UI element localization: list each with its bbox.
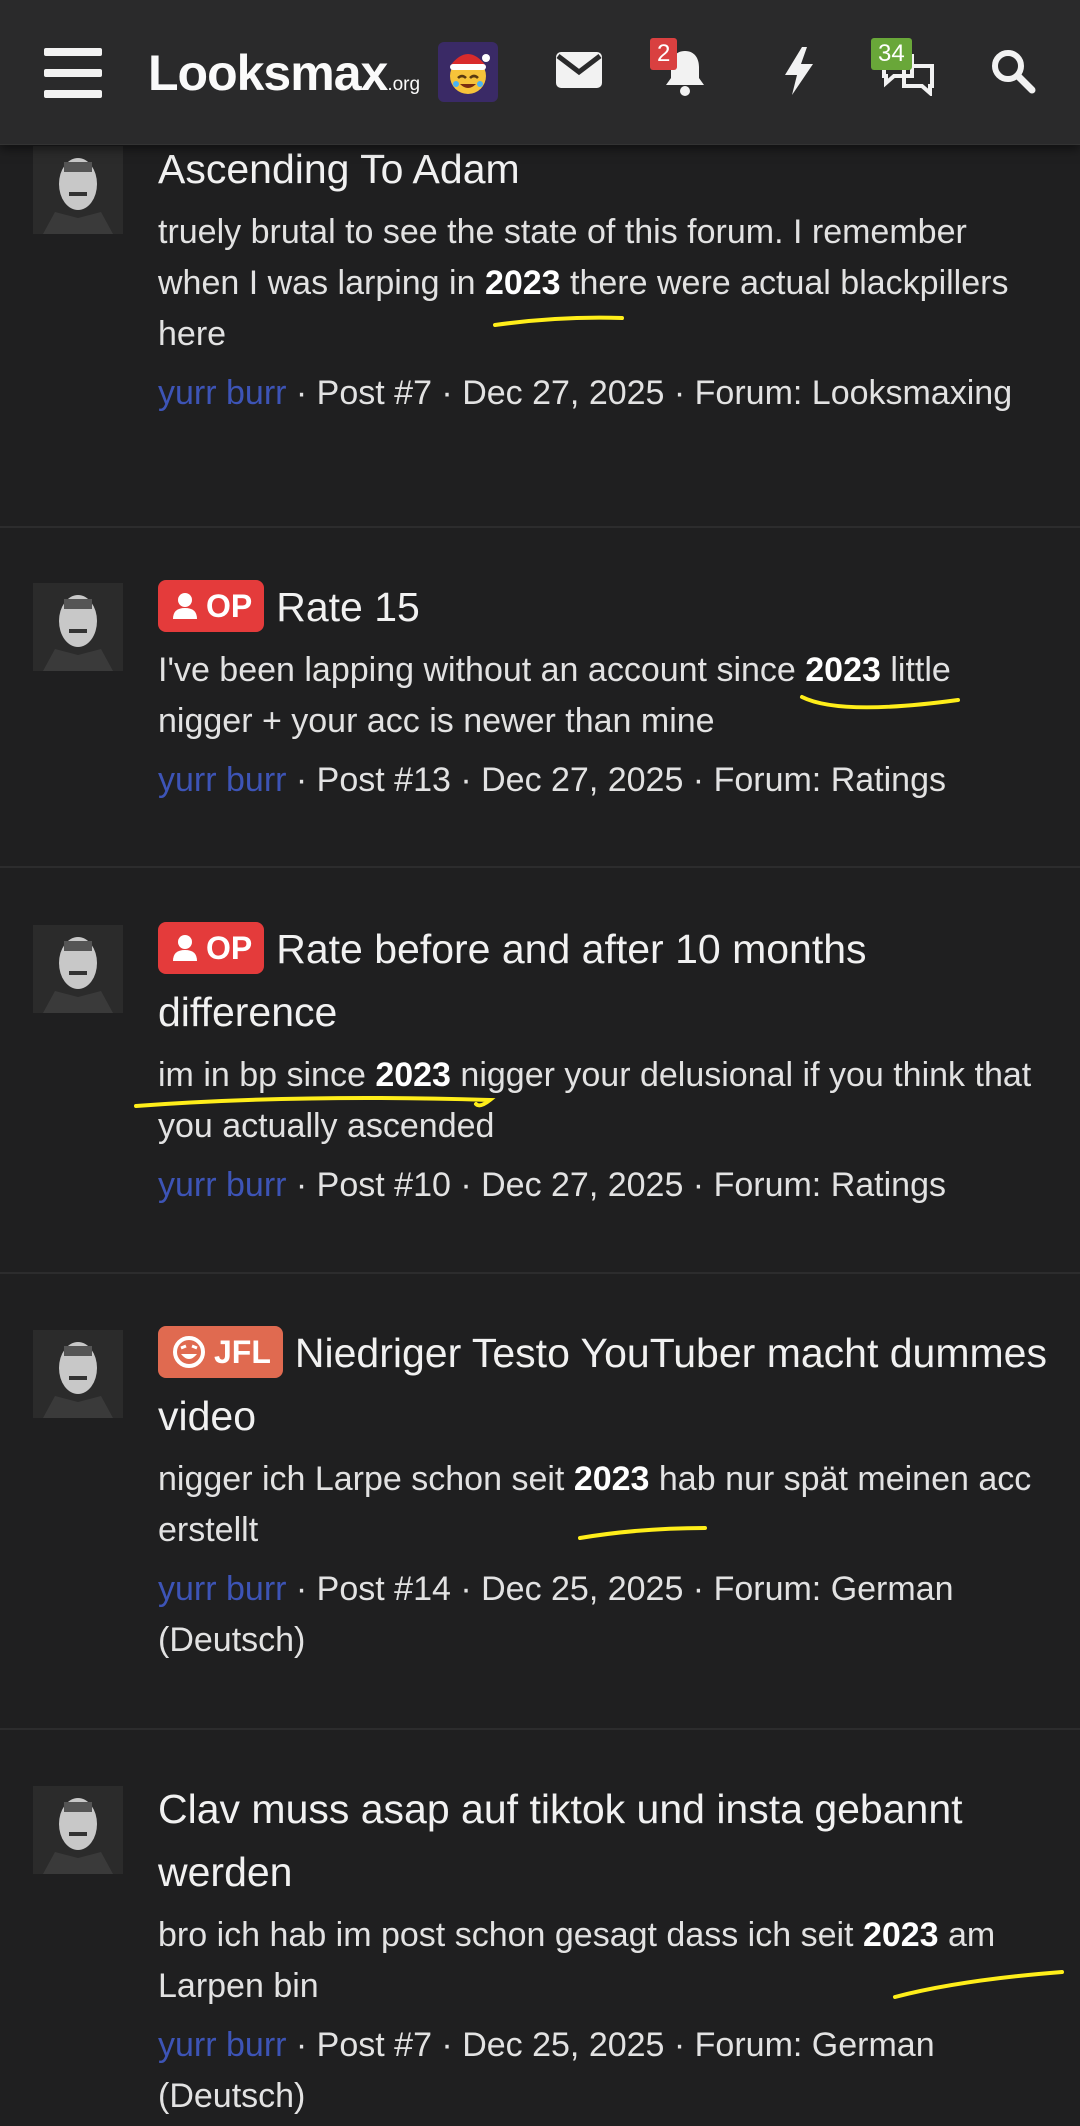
conversation-count-badge[interactable]: 34 (871, 38, 912, 70)
notification-count-badge[interactable]: 2 (650, 38, 678, 70)
annotation-underline (493, 315, 624, 327)
envelope-icon[interactable] (555, 50, 603, 95)
logo-suffix-text: .org (387, 74, 421, 95)
logo-main-text: Looksmax (148, 45, 388, 101)
annotation-overlay (134, 315, 1064, 1999)
bolt-icon[interactable] (782, 46, 816, 101)
santa-crying-emoji-icon[interactable] (438, 42, 498, 102)
search-icon[interactable] (990, 48, 1036, 99)
site-logo[interactable]: Looksmax.org (148, 44, 420, 102)
annotation-underline (893, 1970, 1064, 1999)
annotation-underline (800, 695, 960, 710)
top-navigation-bar: Looksmax.org 2 34 (0, 0, 1080, 145)
annotation-underline (134, 1096, 496, 1108)
annotation-underline (578, 1526, 707, 1540)
menu-icon[interactable] (44, 48, 102, 98)
